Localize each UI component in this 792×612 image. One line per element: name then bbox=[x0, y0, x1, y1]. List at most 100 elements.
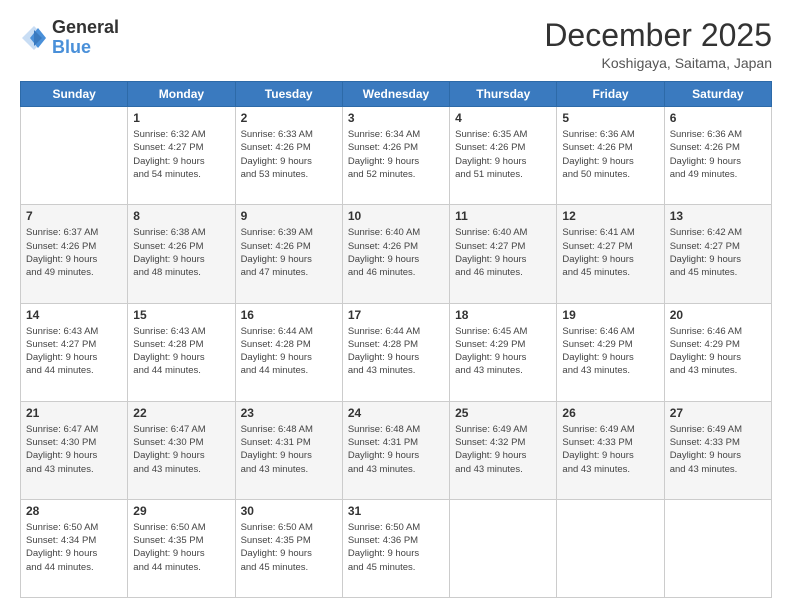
logo-text: General Blue bbox=[52, 18, 119, 58]
month-title: December 2025 bbox=[544, 18, 772, 53]
day-number: 1 bbox=[133, 111, 229, 125]
calendar-cell: 16 Sunrise: 6:44 AMSunset: 4:28 PMDayligh… bbox=[235, 303, 342, 401]
day-number: 25 bbox=[455, 406, 551, 420]
day-info: Sunrise: 6:45 AMSunset: 4:29 PMDaylight:… bbox=[455, 325, 551, 378]
day-number: 3 bbox=[348, 111, 444, 125]
day-number: 5 bbox=[562, 111, 658, 125]
day-info: Sunrise: 6:49 AMSunset: 4:33 PMDaylight:… bbox=[562, 423, 658, 476]
day-number: 13 bbox=[670, 209, 766, 223]
calendar-cell: 27 Sunrise: 6:49 AMSunset: 4:33 PMDayligh… bbox=[664, 401, 771, 499]
day-info: Sunrise: 6:38 AMSunset: 4:26 PMDaylight:… bbox=[133, 226, 229, 279]
calendar-cell bbox=[450, 499, 557, 597]
calendar: SundayMondayTuesdayWednesdayThursdayFrid… bbox=[20, 81, 772, 598]
day-number: 16 bbox=[241, 308, 337, 322]
day-header-sunday: Sunday bbox=[21, 82, 128, 107]
calendar-week-row: 28Sunrise: 6:50 AMSunset: 4:34 PMDayligh… bbox=[21, 499, 772, 597]
day-header-tuesday: Tuesday bbox=[235, 82, 342, 107]
logo-icon bbox=[20, 24, 48, 52]
calendar-cell: 28Sunrise: 6:50 AMSunset: 4:34 PMDayligh… bbox=[21, 499, 128, 597]
day-header-monday: Monday bbox=[128, 82, 235, 107]
day-number: 22 bbox=[133, 406, 229, 420]
day-number: 30 bbox=[241, 504, 337, 518]
day-info: Sunrise: 6:50 AMSunset: 4:36 PMDaylight:… bbox=[348, 521, 444, 574]
day-header-saturday: Saturday bbox=[664, 82, 771, 107]
day-info: Sunrise: 6:34 AMSunset: 4:26 PMDaylight:… bbox=[348, 128, 444, 181]
calendar-cell: 18Sunrise: 6:45 AMSunset: 4:29 PMDayligh… bbox=[450, 303, 557, 401]
calendar-cell: 20Sunrise: 6:46 AMSunset: 4:29 PMDayligh… bbox=[664, 303, 771, 401]
day-number: 24 bbox=[348, 406, 444, 420]
day-info: Sunrise: 6:50 AMSunset: 4:35 PMDaylight:… bbox=[133, 521, 229, 574]
calendar-cell bbox=[557, 499, 664, 597]
day-number: 6 bbox=[670, 111, 766, 125]
calendar-cell: 31 Sunrise: 6:50 AMSunset: 4:36 PMDayligh… bbox=[342, 499, 449, 597]
day-info: Sunrise: 6:46 AMSunset: 4:29 PMDaylight:… bbox=[562, 325, 658, 378]
day-info: Sunrise: 6:49 AMSunset: 4:32 PMDaylight:… bbox=[455, 423, 551, 476]
day-number: 27 bbox=[670, 406, 766, 420]
calendar-cell: 5 Sunrise: 6:36 AMSunset: 4:26 PMDaylight… bbox=[557, 107, 664, 205]
day-info: Sunrise: 6:50 AMSunset: 4:35 PMDaylight:… bbox=[241, 521, 337, 574]
calendar-cell: 2 Sunrise: 6:33 AMSunset: 4:26 PMDaylight… bbox=[235, 107, 342, 205]
calendar-week-row: 14 Sunrise: 6:43 AMSunset: 4:27 PMDayligh… bbox=[21, 303, 772, 401]
calendar-week-row: 1 Sunrise: 6:32 AMSunset: 4:27 PMDaylight… bbox=[21, 107, 772, 205]
day-info: Sunrise: 6:32 AMSunset: 4:27 PMDaylight:… bbox=[133, 128, 229, 181]
day-number: 8 bbox=[133, 209, 229, 223]
day-header-thursday: Thursday bbox=[450, 82, 557, 107]
day-info: Sunrise: 6:43 AMSunset: 4:28 PMDaylight:… bbox=[133, 325, 229, 378]
calendar-cell: 12 Sunrise: 6:41 AMSunset: 4:27 PMDayligh… bbox=[557, 205, 664, 303]
day-info: Sunrise: 6:44 AMSunset: 4:28 PMDaylight:… bbox=[348, 325, 444, 378]
calendar-cell: 30 Sunrise: 6:50 AMSunset: 4:35 PMDayligh… bbox=[235, 499, 342, 597]
day-number: 21 bbox=[26, 406, 122, 420]
calendar-cell: 11 Sunrise: 6:40 AMSunset: 4:27 PMDayligh… bbox=[450, 205, 557, 303]
day-number: 11 bbox=[455, 209, 551, 223]
calendar-cell: 22 Sunrise: 6:47 AMSunset: 4:30 PMDayligh… bbox=[128, 401, 235, 499]
day-info: Sunrise: 6:40 AMSunset: 4:26 PMDaylight:… bbox=[348, 226, 444, 279]
day-header-friday: Friday bbox=[557, 82, 664, 107]
calendar-cell: 21Sunrise: 6:47 AMSunset: 4:30 PMDayligh… bbox=[21, 401, 128, 499]
day-info: Sunrise: 6:36 AMSunset: 4:26 PMDaylight:… bbox=[562, 128, 658, 181]
calendar-cell bbox=[664, 499, 771, 597]
calendar-cell: 13 Sunrise: 6:42 AMSunset: 4:27 PMDayligh… bbox=[664, 205, 771, 303]
day-info: Sunrise: 6:44 AMSunset: 4:28 PMDaylight:… bbox=[241, 325, 337, 378]
day-info: Sunrise: 6:42 AMSunset: 4:27 PMDaylight:… bbox=[670, 226, 766, 279]
day-info: Sunrise: 6:33 AMSunset: 4:26 PMDaylight:… bbox=[241, 128, 337, 181]
day-number: 12 bbox=[562, 209, 658, 223]
day-info: Sunrise: 6:47 AMSunset: 4:30 PMDaylight:… bbox=[133, 423, 229, 476]
day-number: 14 bbox=[26, 308, 122, 322]
calendar-cell bbox=[21, 107, 128, 205]
calendar-cell: 8 Sunrise: 6:38 AMSunset: 4:26 PMDaylight… bbox=[128, 205, 235, 303]
day-number: 28 bbox=[26, 504, 122, 518]
location: Koshigaya, Saitama, Japan bbox=[544, 55, 772, 71]
day-number: 15 bbox=[133, 308, 229, 322]
calendar-cell: 10 Sunrise: 6:40 AMSunset: 4:26 PMDayligh… bbox=[342, 205, 449, 303]
day-number: 29 bbox=[133, 504, 229, 518]
calendar-week-row: 7Sunrise: 6:37 AMSunset: 4:26 PMDaylight… bbox=[21, 205, 772, 303]
calendar-cell: 19Sunrise: 6:46 AMSunset: 4:29 PMDayligh… bbox=[557, 303, 664, 401]
day-info: Sunrise: 6:43 AMSunset: 4:27 PMDaylight:… bbox=[26, 325, 122, 378]
day-number: 9 bbox=[241, 209, 337, 223]
day-number: 31 bbox=[348, 504, 444, 518]
day-info: Sunrise: 6:40 AMSunset: 4:27 PMDaylight:… bbox=[455, 226, 551, 279]
day-number: 7 bbox=[26, 209, 122, 223]
calendar-cell: 4Sunrise: 6:35 AMSunset: 4:26 PMDaylight… bbox=[450, 107, 557, 205]
day-info: Sunrise: 6:48 AMSunset: 4:31 PMDaylight:… bbox=[241, 423, 337, 476]
calendar-cell: 25 Sunrise: 6:49 AMSunset: 4:32 PMDayligh… bbox=[450, 401, 557, 499]
calendar-cell: 23 Sunrise: 6:48 AMSunset: 4:31 PMDayligh… bbox=[235, 401, 342, 499]
day-info: Sunrise: 6:41 AMSunset: 4:27 PMDaylight:… bbox=[562, 226, 658, 279]
calendar-cell: 24 Sunrise: 6:48 AMSunset: 4:31 PMDayligh… bbox=[342, 401, 449, 499]
calendar-cell: 14 Sunrise: 6:43 AMSunset: 4:27 PMDayligh… bbox=[21, 303, 128, 401]
calendar-cell: 9Sunrise: 6:39 AMSunset: 4:26 PMDaylight… bbox=[235, 205, 342, 303]
day-number: 17 bbox=[348, 308, 444, 322]
day-info: Sunrise: 6:46 AMSunset: 4:29 PMDaylight:… bbox=[670, 325, 766, 378]
logo-general: General bbox=[52, 18, 119, 38]
day-number: 10 bbox=[348, 209, 444, 223]
calendar-week-row: 21 Sunrise: 6:47 AMSunset: 4:30 PMDayligh… bbox=[21, 401, 772, 499]
day-info: Sunrise: 6:49 AMSunset: 4:33 PMDaylight:… bbox=[670, 423, 766, 476]
day-number: 23 bbox=[241, 406, 337, 420]
day-info: Sunrise: 6:35 AMSunset: 4:26 PMDaylight:… bbox=[455, 128, 551, 181]
day-header-wednesday: Wednesday bbox=[342, 82, 449, 107]
calendar-cell: 7Sunrise: 6:37 AMSunset: 4:26 PMDaylight… bbox=[21, 205, 128, 303]
header: General Blue December 2025 Koshigaya, Sa… bbox=[20, 18, 772, 71]
day-info: Sunrise: 6:48 AMSunset: 4:31 PMDaylight:… bbox=[348, 423, 444, 476]
day-number: 2 bbox=[241, 111, 337, 125]
calendar-header-row: SundayMondayTuesdayWednesdayThursdayFrid… bbox=[21, 82, 772, 107]
